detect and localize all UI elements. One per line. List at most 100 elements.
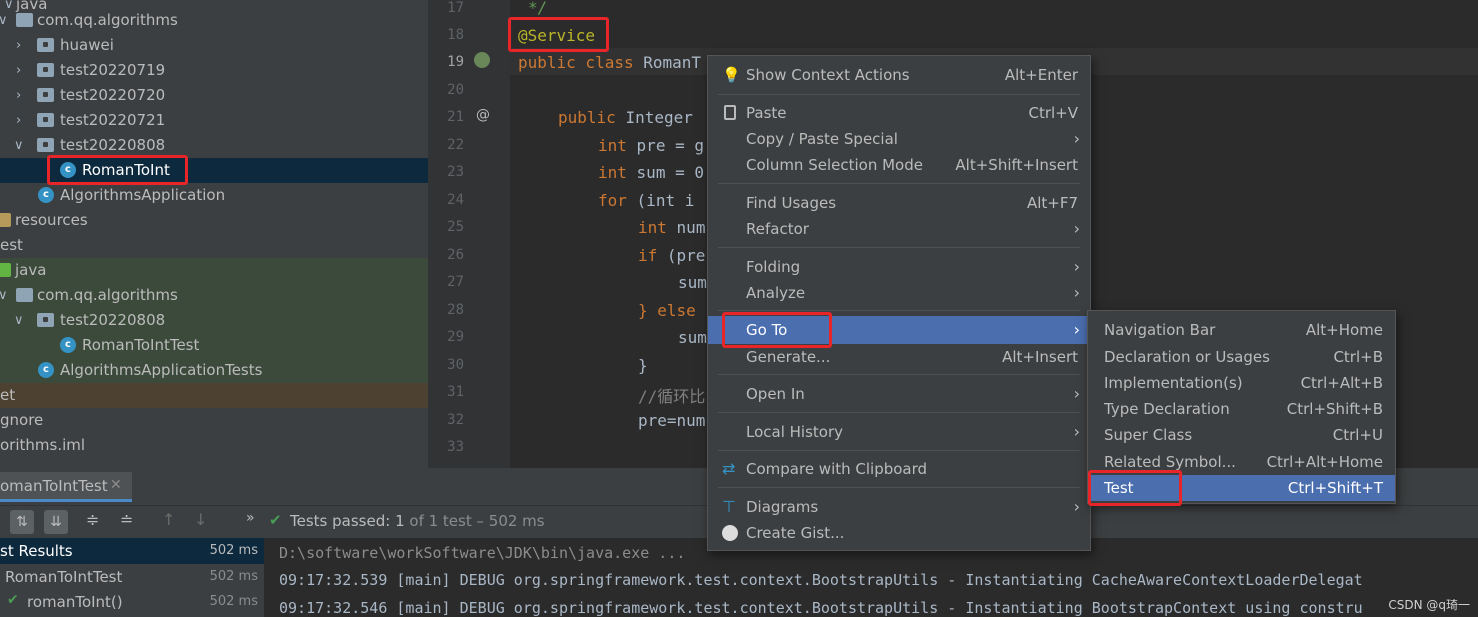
code-line-sum: int sum = 0 — [598, 163, 704, 182]
check-icon: ✔ — [269, 511, 282, 529]
tree-scrollbar[interactable] — [428, 0, 436, 468]
line-number: 27 — [447, 274, 464, 290]
menu-separator — [718, 450, 1080, 451]
chevron-right-icon[interactable]: › — [16, 83, 21, 108]
menu-separator — [718, 412, 1080, 413]
chevron-right-icon[interactable]: › — [16, 108, 21, 133]
code-line-class-decl: public class RomanT — [518, 53, 702, 72]
code-line-method: public Integer — [558, 108, 693, 127]
tree-row-test-java[interactable]: java — [0, 258, 436, 283]
test-results-root[interactable]: st Results 502 ms — [0, 538, 264, 564]
test-results-tree: st Results 502 ms RomanToIntTest 502 ms … — [0, 538, 264, 617]
menu-item-find-usages[interactable]: Find Usages Alt+F7 — [708, 190, 1090, 216]
line-number: 29 — [447, 329, 464, 345]
menu-item-create-gist[interactable]: Create Gist... — [708, 520, 1090, 546]
tree-row-test[interactable]: est — [0, 233, 436, 258]
line-number: 21 — [447, 109, 464, 125]
highlight-box-service — [508, 17, 609, 52]
tree-row-algorithmsapplication[interactable]: c AlgorithmsApplication — [0, 183, 436, 208]
menu-item-local-history[interactable]: Local History › — [708, 419, 1090, 445]
code-line-for: for (int i — [598, 191, 695, 210]
run-gutter-icon[interactable] — [474, 52, 490, 68]
diagram-icon: ⊤ — [722, 497, 736, 516]
chevron-right-icon: › — [1073, 257, 1080, 276]
test-class-icon: c — [38, 362, 54, 378]
tree-row-test20220721[interactable]: › test20220721 — [0, 108, 436, 133]
menu-item-paste[interactable]: Paste Ctrl+V — [708, 100, 1090, 126]
line-number: 23 — [447, 164, 464, 180]
package-icon — [37, 38, 54, 52]
chevron-down-icon[interactable]: ∨ — [14, 308, 24, 333]
context-menu: 💡 Show Context Actions Alt+Enter Paste C… — [707, 55, 1091, 551]
resources-folder-icon — [0, 213, 11, 227]
line-number: 19 — [447, 54, 464, 70]
menu-item-folding[interactable]: Folding › — [708, 254, 1090, 280]
compare-icon: ⇄ — [722, 459, 736, 478]
chevron-right-icon: › — [1073, 320, 1080, 339]
more-actions-icon[interactable]: » — [246, 510, 255, 526]
package-icon — [37, 113, 54, 127]
tree-row-target[interactable]: et — [0, 383, 436, 408]
clipboard-icon — [724, 105, 736, 120]
code-line-if: if (pre — [638, 246, 706, 265]
tree-row-huawei[interactable]: › huawei — [0, 33, 436, 58]
submenu-item-implementations[interactable]: Implementation(s) Ctrl+Alt+B — [1088, 370, 1395, 396]
test-folder-icon — [0, 263, 11, 277]
console-line: 09:17:32.539 [main] DEBUG org.springfram… — [279, 571, 1363, 589]
expand-all-icon[interactable]: ≑ — [86, 510, 99, 529]
menu-item-diagrams[interactable]: ⊤ Diagrams › — [708, 494, 1090, 520]
tree-row-gitignore[interactable]: gnore — [0, 408, 436, 433]
menu-item-show-context-actions[interactable]: 💡 Show Context Actions Alt+Enter — [708, 62, 1090, 88]
sort-alpha-icon[interactable]: ⇅ — [10, 510, 34, 534]
menu-separator — [718, 94, 1080, 95]
chevron-right-icon: › — [1073, 283, 1080, 302]
console-line: D:\software\workSoftware\JDK\bin\java.ex… — [279, 544, 686, 562]
menu-item-copy-paste-special[interactable]: Copy / Paste Special › — [708, 126, 1090, 152]
test-results-method[interactable]: ✔ romanToInt() 502 ms — [0, 589, 264, 614]
previous-failed-icon[interactable]: ↑ — [162, 510, 175, 529]
chevron-right-icon: › — [1073, 129, 1080, 148]
test-status: Tests passed: 1 of 1 test – 502 ms — [290, 512, 545, 530]
tree-row-algorithmsapplicationtests[interactable]: c AlgorithmsApplicationTests — [0, 358, 436, 383]
package-icon — [16, 13, 33, 27]
submenu-item-type-declaration[interactable]: Type Declaration Ctrl+Shift+B — [1088, 396, 1395, 422]
submenu-item-super-class[interactable]: Super Class Ctrl+U — [1088, 422, 1395, 448]
package-icon — [37, 63, 54, 77]
close-tab-icon[interactable]: ✕ — [110, 477, 122, 493]
code-line-else: } else — [638, 301, 696, 320]
line-number: 28 — [447, 302, 464, 318]
menu-separator — [718, 310, 1080, 311]
console-line: 09:17:32.546 [main] DEBUG org.springfram… — [279, 599, 1363, 617]
github-icon — [722, 525, 738, 541]
menu-item-open-in[interactable]: Open In › — [708, 381, 1090, 407]
chevron-right-icon[interactable]: › — [16, 58, 21, 83]
menu-item-column-selection-mode[interactable]: Column Selection Mode Alt+Shift+Insert — [708, 152, 1090, 178]
highlight-box-romantoint — [47, 155, 188, 185]
menu-item-refactor[interactable]: Refactor › — [708, 216, 1090, 242]
line-number: 22 — [447, 137, 464, 153]
test-results-class[interactable]: RomanToIntTest 502 ms — [0, 564, 264, 589]
chevron-down-icon[interactable]: ∨ — [0, 283, 8, 308]
code-line-close: } — [638, 356, 648, 375]
tree-row-resources[interactable]: resources — [0, 208, 436, 233]
tree-row-romantointtest[interactable]: c RomanToIntTest — [0, 333, 436, 358]
tree-row-test20220719[interactable]: › test20220719 — [0, 58, 436, 83]
chevron-down-icon[interactable]: ∨ — [14, 133, 24, 158]
test-class-icon: c — [60, 337, 76, 353]
menu-item-analyze[interactable]: Analyze › — [708, 280, 1090, 306]
tree-row-test-test20220808[interactable]: ∨ test20220808 — [0, 308, 436, 333]
tree-row-test-package-root[interactable]: ∨ com.qq.algorithms — [0, 283, 436, 308]
menu-item-compare-with-clipboard[interactable]: ⇄ Compare with Clipboard — [708, 456, 1090, 482]
chevron-down-icon[interactable]: ∨ — [0, 8, 8, 33]
submenu-item-navigation-bar[interactable]: Navigation Bar Alt+Home — [1088, 317, 1395, 343]
submenu-item-declaration-or-usages[interactable]: Declaration or Usages Ctrl+B — [1088, 344, 1395, 370]
sort-duration-icon[interactable]: ⇊ — [44, 510, 68, 534]
tree-row-iml[interactable]: orithms.iml — [0, 433, 436, 458]
chevron-right-icon[interactable]: › — [16, 33, 21, 58]
next-failed-icon[interactable]: ↓ — [194, 510, 207, 529]
run-tab[interactable]: omanToIntTest ✕ — [0, 472, 132, 502]
tree-row-test20220720[interactable]: › test20220720 — [0, 83, 436, 108]
tree-row-package-root[interactable]: ∨ com.qq.algorithms — [0, 8, 436, 33]
code-line-comment-loop: //循环比 — [638, 387, 706, 406]
collapse-all-icon[interactable]: ≐ — [120, 510, 133, 529]
